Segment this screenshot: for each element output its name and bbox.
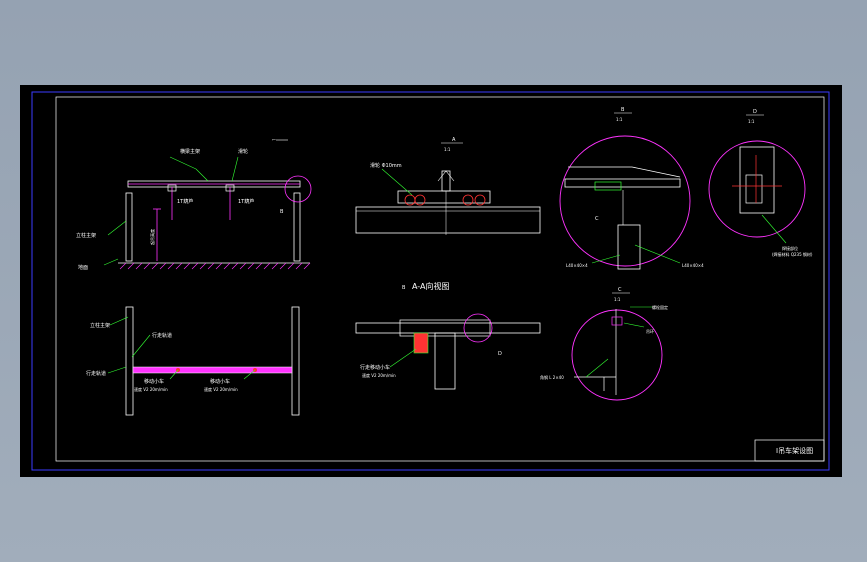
view-prefix: B xyxy=(402,285,406,291)
view-title: A-A向视图 xyxy=(412,281,449,291)
plan-label-trolley-l: 移动小车 xyxy=(144,378,164,385)
front-label-column: 立柱主架 xyxy=(76,232,96,239)
front-label-upper-right: 滑轮 xyxy=(238,148,248,155)
section-aa-scale: 1:1 xyxy=(444,147,451,152)
section-c-scale: 1:1 xyxy=(614,297,621,302)
plan-detail: B A-A向视图 D 行走移动小车 速度 V2 20m/min xyxy=(355,281,541,390)
detail-d-view: D 1:1 焊接部位 (焊接材料 Q235 钢材) xyxy=(708,109,813,257)
detail-letter-b: B xyxy=(280,209,284,215)
front-view: ⌐ B 横梁主架 滑轮 1T葫芦 1T葫芦 立柱主架 地面 起吊高度 xyxy=(76,137,312,271)
plan-rail-left xyxy=(125,306,134,416)
aa-view: A 1:1 滑轮 Φ10mm xyxy=(355,137,541,235)
plan-crossbeam xyxy=(132,366,293,374)
section-d-letter: D xyxy=(753,109,757,115)
detail-b-post xyxy=(617,224,641,270)
detail-letter-c: C xyxy=(595,216,599,222)
plan-label-trolley-r-spec: 速度 V2 20m/min xyxy=(204,386,238,392)
section-c-letter: C xyxy=(618,287,622,293)
inner-frame xyxy=(55,96,825,462)
detail-c-view: C 1:1 螺栓固定 吊环 角钢 L 2×40 xyxy=(540,287,668,401)
plan-label-rail-l: 行走轨道 xyxy=(152,332,172,339)
front-label-upper-left: 横梁主架 xyxy=(180,148,200,155)
column-left xyxy=(125,192,133,262)
detail-b-angle-b: L40×40×4 xyxy=(682,263,704,268)
detail-circle-c xyxy=(571,309,663,401)
detail-circle-b xyxy=(284,175,312,203)
section-b-letter: B xyxy=(621,107,625,113)
plan-rail-right xyxy=(291,306,300,416)
detail-letter-d: D xyxy=(498,351,502,357)
plan-view: 立柱主架 行走轨道 行走轨道 移动小车 速度 V2 20m/min 移动小车 速… xyxy=(86,306,300,416)
detail-circle-b-large xyxy=(559,135,691,267)
detail-label-trolley-spec: 速度 V2 20m/min xyxy=(362,372,396,378)
column-right xyxy=(293,192,301,262)
top-mark: ⌐ xyxy=(272,137,276,143)
outer-frame xyxy=(31,91,830,471)
aa-label-wheel: 滑轮 Φ10mm xyxy=(370,162,402,169)
drawing-sheet: I吊车架设图 ⌐ B 横梁主架 滑轮 1T葫芦 1T葫芦 立柱主架 地面 起吊高… xyxy=(20,85,842,477)
title-block-text: I吊车架设图 xyxy=(776,446,813,455)
front-label-height: 起吊高度 xyxy=(149,229,155,245)
detail-c-bolt: 螺栓固定 xyxy=(652,304,668,310)
plan-label-trolley-r: 移动小车 xyxy=(210,378,230,385)
detail-d-note1: 焊接部位 xyxy=(782,245,798,251)
plan-label-col: 立柱主架 xyxy=(90,322,110,329)
detail-drive xyxy=(413,332,429,354)
detail-circle-d-large xyxy=(708,140,806,238)
aa-hanger xyxy=(441,170,451,192)
detail-label-trolley: 行走移动小车 xyxy=(360,364,390,371)
detail-b-view: B 1:1 C L40×40×4 L40×40×4 xyxy=(559,107,704,270)
front-label-floor: 地面 xyxy=(78,264,88,271)
cad-drawing: I吊车架设图 ⌐ B 横梁主架 滑轮 1T葫芦 1T葫芦 立柱主架 地面 起吊高… xyxy=(31,91,830,471)
detail-circle-d xyxy=(463,313,493,343)
detail-c-ring: 吊环 xyxy=(646,329,654,334)
detail-d-note2: (焊接材料 Q235 钢材) xyxy=(772,251,813,257)
section-b-scale: 1:1 xyxy=(616,117,623,122)
section-d-scale: 1:1 xyxy=(748,119,755,124)
plan-label-trolley-l-spec: 速度 V2 20m/min xyxy=(134,386,168,392)
detail-column xyxy=(434,332,456,390)
detail-c-angle: 角钢 L 2×40 xyxy=(540,374,564,380)
detail-b-angle-a: L40×40×4 xyxy=(566,263,588,268)
section-aa-letter: A xyxy=(452,137,456,143)
plan-label-rail-l2: 行走轨道 xyxy=(86,370,106,377)
detail-beam xyxy=(355,322,541,334)
front-label-hoist-left: 1T葫芦 xyxy=(177,198,193,205)
front-label-hoist-right: 1T葫芦 xyxy=(238,198,254,205)
